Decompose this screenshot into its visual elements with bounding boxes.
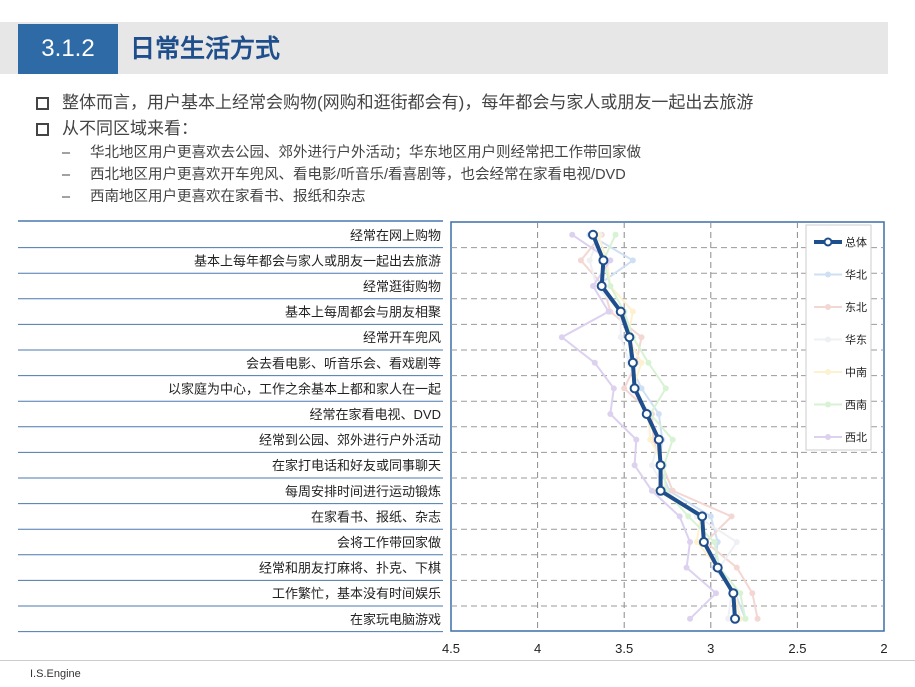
data-point <box>687 539 694 545</box>
category-label: 在家玩电脑游戏 <box>350 612 441 627</box>
data-point <box>742 615 749 622</box>
category-label: 经常逛街购物 <box>363 279 441 294</box>
data-point <box>749 590 756 597</box>
legend-label: 东北 <box>845 301 867 314</box>
data-point <box>631 462 638 469</box>
data-point <box>629 308 636 315</box>
data-point <box>697 511 708 522</box>
category-label: 基本上每周都会与朋友相聚 <box>285 305 441 320</box>
data-point <box>629 383 640 394</box>
legend-label: 总体 <box>845 235 867 249</box>
legend-label: 华北 <box>845 268 867 282</box>
legend-swatch-marker <box>825 434 831 440</box>
legend-swatch-marker <box>825 271 831 278</box>
data-point <box>607 411 614 417</box>
data-point <box>711 539 718 545</box>
data-point <box>641 409 652 419</box>
category-label: 在家打电话和好友或同事聊天 <box>272 458 441 473</box>
data-point <box>733 564 740 571</box>
data-point <box>605 308 612 315</box>
x-tick-label: 3.5 <box>615 641 633 656</box>
data-point <box>685 513 692 520</box>
legend-swatch-marker <box>823 237 833 247</box>
data-point <box>707 513 714 520</box>
data-point <box>655 460 666 471</box>
category-label: 在家看书、报纸、杂志 <box>311 509 441 524</box>
data-point <box>669 436 676 443</box>
x-tick-label: 4.5 <box>442 641 460 656</box>
category-label: 会将工作带回家做 <box>337 535 441 550</box>
legend-label: 西北 <box>845 431 867 444</box>
data-point <box>577 257 584 264</box>
lifestyle-chart: 经常在网上购物基本上每年都会与家人或朋友一起出去旅游经常逛街购物基本上每周都会与… <box>18 220 888 656</box>
data-point <box>733 539 740 545</box>
data-point <box>647 436 654 443</box>
data-point <box>621 385 628 392</box>
data-point <box>629 257 636 264</box>
data-point <box>728 588 739 599</box>
data-point <box>687 615 694 622</box>
category-label: 经常到公园、郊外进行户外活动 <box>259 433 441 448</box>
data-point <box>588 229 599 240</box>
data-point <box>598 255 609 266</box>
data-point <box>648 487 655 494</box>
category-label: 每周安排时间进行运动锻炼 <box>285 484 441 499</box>
data-point <box>730 613 741 624</box>
category-label: 经常和朋友打麻将、扑克、下棋 <box>259 561 441 576</box>
data-point <box>728 513 735 520</box>
data-point <box>712 590 719 597</box>
data-point <box>615 306 626 317</box>
category-label: 基本上每年都会与家人或朋友一起出去旅游 <box>194 253 441 268</box>
data-point <box>683 564 690 571</box>
data-point <box>698 537 709 547</box>
data-point <box>648 462 655 469</box>
category-label: 工作繁忙，基本没有时间娱乐 <box>272 586 441 601</box>
footer-divider <box>0 660 915 661</box>
data-point <box>569 231 576 238</box>
data-point <box>607 283 614 289</box>
data-point <box>586 257 593 264</box>
legend-label: 中南 <box>845 366 867 379</box>
category-label: 经常在家看电视、DVD <box>310 407 441 422</box>
category-label: 经常开车兜风 <box>363 330 441 345</box>
data-point <box>633 436 640 443</box>
footer-brand: I.S.Engine <box>30 668 81 680</box>
data-point <box>617 334 624 341</box>
data-point <box>610 385 617 392</box>
data-point <box>558 334 565 341</box>
data-point <box>627 357 638 368</box>
legend-swatch-marker <box>825 336 831 343</box>
x-tick-label: 3 <box>707 641 714 656</box>
x-tick-label: 2.5 <box>788 641 806 656</box>
legend-swatch-marker <box>825 369 831 375</box>
data-point <box>624 332 635 343</box>
data-point <box>653 434 664 445</box>
legend-swatch-marker <box>825 401 831 408</box>
data-point <box>638 359 645 366</box>
data-point <box>645 359 652 366</box>
category-label: 会去看电影、听音乐会、看戏剧等 <box>246 356 441 371</box>
x-tick-label: 2 <box>880 641 887 656</box>
data-point <box>638 334 645 341</box>
legend-label: 华东 <box>845 333 867 347</box>
data-point <box>612 231 619 238</box>
data-point <box>591 359 598 366</box>
data-point <box>596 281 607 291</box>
category-label: 以家庭为中心，工作之余基本上都和家人在一起 <box>168 381 441 396</box>
data-point <box>676 513 683 520</box>
legend-label: 西南 <box>845 399 867 412</box>
x-tick-label: 4 <box>534 641 541 656</box>
data-point <box>754 615 761 622</box>
data-point <box>712 562 723 573</box>
data-point <box>669 487 676 494</box>
data-point <box>662 385 669 392</box>
data-point <box>590 283 597 289</box>
category-label: 经常在网上购物 <box>350 228 441 243</box>
data-point <box>655 411 662 417</box>
data-point <box>655 485 666 496</box>
legend-swatch-marker <box>825 304 831 310</box>
